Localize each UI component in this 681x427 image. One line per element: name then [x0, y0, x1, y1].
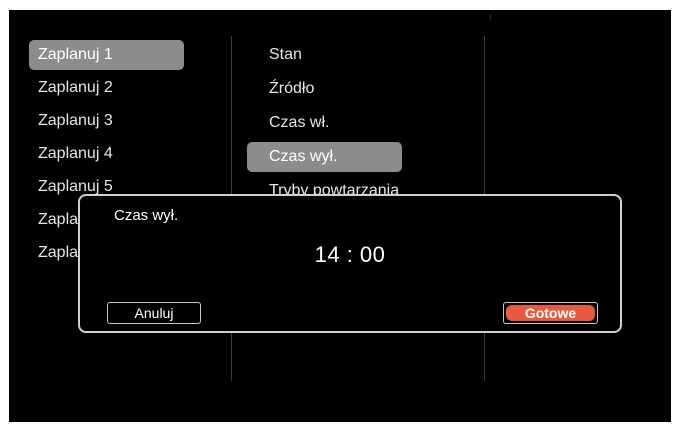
cancel-button[interactable]: Anuluj — [107, 302, 201, 324]
dialog-title: Czas wył. — [114, 207, 179, 224]
done-button-label: Gotowe — [506, 305, 595, 321]
setting-item-on-time[interactable]: Czas wł. — [247, 108, 402, 138]
time-picker-value[interactable]: 14 : 00 — [80, 242, 620, 268]
schedule-item-2[interactable]: Zaplanuj 2 — [29, 73, 184, 103]
schedule-item-3[interactable]: Zaplanuj 3 — [29, 106, 184, 136]
setting-item-status[interactable]: Stan — [247, 40, 402, 70]
schedule-item-4[interactable]: Zaplanuj 4 — [29, 139, 184, 169]
setting-item-source[interactable]: Źródło — [247, 74, 402, 104]
done-button[interactable]: Gotowe — [503, 302, 598, 324]
off-time-dialog: Czas wył. 14 : 00 Anuluj Gotowe — [78, 194, 622, 333]
schedule-settings-list: Stan Źródło Czas wł. Czas wył. Tryby pow… — [247, 40, 402, 210]
setting-item-off-time[interactable]: Czas wył. — [247, 142, 402, 172]
tv-menu-screen: Zaplanuj 1 Zaplanuj 2 Zaplanuj 3 Zaplanu… — [9, 10, 671, 422]
top-tick-mark — [490, 14, 491, 20]
schedule-item-1[interactable]: Zaplanuj 1 — [29, 40, 184, 70]
